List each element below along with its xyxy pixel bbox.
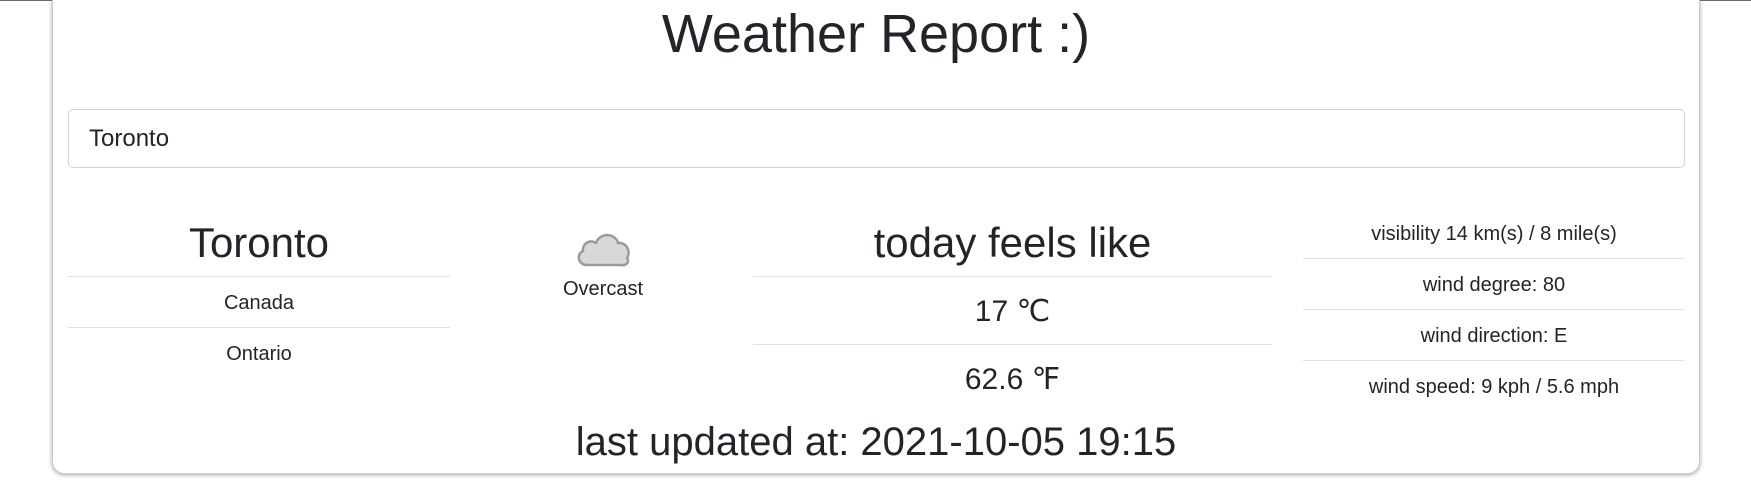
wind-panel: visibility 14 km(s) / 8 mile(s) wind deg… bbox=[1303, 208, 1685, 412]
city-name: Toronto bbox=[68, 212, 450, 277]
cloud-icon bbox=[573, 225, 633, 271]
city-search-input[interactable]: Toronto bbox=[68, 109, 1685, 168]
visibility-text: visibility 14 km(s) / 8 mile(s) bbox=[1303, 208, 1685, 259]
temperature-fahrenheit: 62.6 ℉ bbox=[964, 363, 1061, 396]
country-name: Canada bbox=[68, 277, 450, 328]
location-panel: Toronto Canada Ontario bbox=[68, 212, 450, 379]
condition-text: Overcast bbox=[562, 278, 644, 300]
last-updated: last updated at: 2021-10-05 19:15 bbox=[575, 420, 1177, 464]
weather-card: Weather Report :) Toronto Toronto Canada… bbox=[52, 0, 1700, 474]
wind-degree-text: wind degree: 80 bbox=[1303, 259, 1685, 310]
feels-like-panel: today feels like 17 ℃ 62.6 ℉ bbox=[753, 212, 1272, 413]
feels-like-heading: today feels like bbox=[753, 212, 1272, 277]
page-title: Weather Report :) bbox=[661, 4, 1091, 64]
condition-panel: Overcast bbox=[528, 225, 678, 303]
temperature-celsius: 17 ℃ bbox=[753, 277, 1272, 345]
wind-direction-text: wind direction: E bbox=[1303, 310, 1685, 361]
wind-speed-text: wind speed: 9 kph / 5.6 mph bbox=[1368, 376, 1620, 398]
region-name: Ontario bbox=[226, 343, 292, 365]
